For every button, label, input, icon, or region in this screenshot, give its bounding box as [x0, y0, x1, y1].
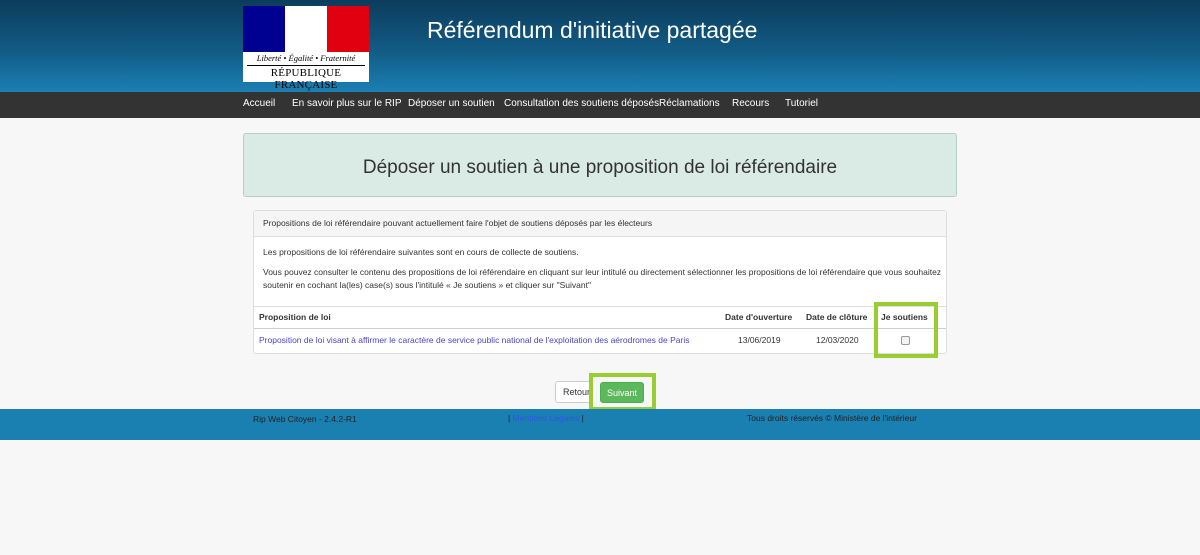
site-footer: Rip Web Citoyen - 2.4.2-R1 | Mentions Lé…: [0, 409, 1200, 440]
panel-intro-text: Les propositions de loi référendaire sui…: [263, 247, 579, 257]
marianne-logo-icon: [285, 10, 325, 51]
column-header-date-ouverture: Date d'ouverture: [725, 312, 793, 322]
panel-title: Propositions de loi référendaire pouvant…: [263, 218, 653, 228]
logo-republique-francaise: RÉPUBLIQUE FRANÇAISE: [270, 67, 342, 91]
panel-instructions-text: Vous pouvez consulter le contenu des pro…: [263, 267, 942, 290]
footer-rights: Tous droits réservés © Ministère de l'in…: [747, 413, 917, 423]
je-soutiens-highlight: [874, 302, 938, 358]
column-header-proposition: Proposition de loi: [259, 312, 331, 322]
table-top-border: [254, 306, 946, 307]
logo-motto: Liberté • Égalité • Fraternité: [256, 53, 356, 63]
retour-button[interactable]: Retour: [555, 381, 593, 403]
nav-item-deposer-soutien[interactable]: Déposer un soutien: [408, 98, 495, 109]
proposition-link[interactable]: Proposition de loi visant à affirmer le …: [259, 335, 689, 345]
suivant-button[interactable]: Suivant: [600, 382, 644, 403]
mentions-legales-link[interactable]: Mentions Légales: [513, 413, 580, 423]
nav-item-reclamations[interactable]: Réclamations: [659, 98, 720, 109]
nav-item-consultation-soutiens[interactable]: Consultation des soutiens déposés: [504, 98, 659, 109]
page-heading-box: Déposer un soutien à une proposition de …: [243, 133, 957, 197]
footer-legal: | Mentions Légales |: [508, 413, 584, 423]
page-title: Déposer un soutien à une proposition de …: [362, 157, 838, 178]
table-header-border: [254, 328, 946, 329]
nav-item-recours[interactable]: Recours: [732, 98, 769, 109]
date-ouverture-cell: 13/06/2019: [738, 335, 781, 345]
site-header: Liberté • Égalité • Fraternité RÉPUBLIQU…: [0, 0, 1200, 92]
column-header-date-cloture: Date de clôture: [806, 312, 868, 322]
panel-heading: Propositions de loi référendaire pouvant…: [254, 211, 946, 237]
footer-version: Rip Web Citoyen - 2.4.2-R1: [253, 414, 357, 424]
nav-item-en-savoir-plus[interactable]: En savoir plus sur le RIP: [292, 98, 402, 109]
nav-item-tutoriel[interactable]: Tutoriel: [785, 98, 818, 109]
propositions-panel: Propositions de loi référendaire pouvant…: [253, 210, 947, 354]
republique-francaise-logo[interactable]: Liberté • Égalité • Fraternité RÉPUBLIQU…: [243, 6, 369, 91]
nav-item-accueil[interactable]: Accueil: [243, 98, 275, 109]
main-navigation: Accueil En savoir plus sur le RIP Dépose…: [0, 92, 1200, 118]
date-cloture-cell: 12/03/2020: [816, 335, 859, 345]
site-title: Référendum d'initiative partagée: [427, 17, 758, 43]
